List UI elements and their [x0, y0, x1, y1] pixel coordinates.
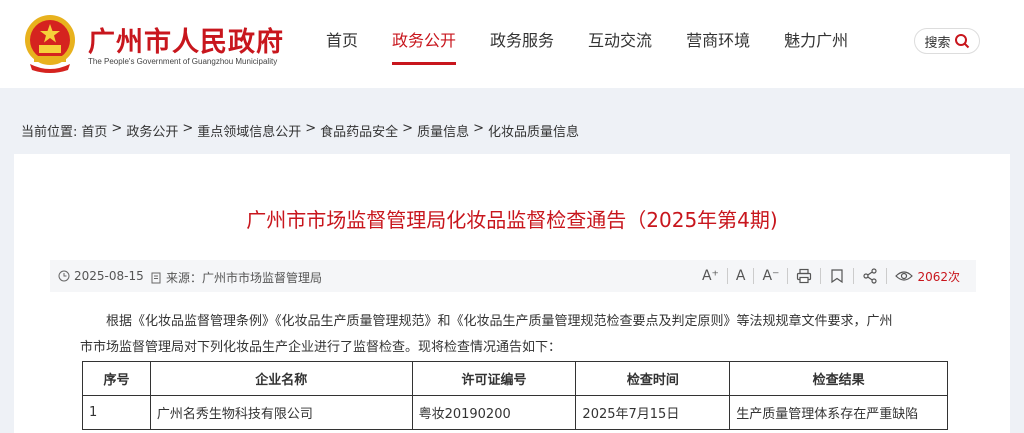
tool-divider [753, 268, 755, 284]
breadcrumb-key-areas[interactable]: 重点领域信息公开 [197, 121, 301, 140]
clock-icon [58, 270, 70, 282]
article-title: 广州市市场监督管理局化妆品监督检查通告（2025年第4期) [246, 208, 778, 232]
breadcrumb-gov-affairs-open[interactable]: 政务公开 [126, 121, 178, 140]
breadcrumb-food-drug-safety[interactable]: 食品药品安全 [320, 121, 398, 140]
font-reset-button[interactable]: A [736, 268, 746, 284]
bookmark-icon [831, 269, 844, 284]
national-emblem-icon[interactable] [20, 12, 80, 74]
publish-date: 2025-08-15 [58, 269, 144, 283]
article-tools: A⁺ A A⁻ 2062次 [694, 264, 968, 288]
table-cell: 粤妆20190200 [411, 395, 577, 430]
article-paragraph-line1: 根据《化妆品监督管理条例》《化妆品生产质量管理规范》和《化妆品生产质量管理规范检… [106, 314, 893, 329]
breadcrumb-separator: > [182, 121, 194, 136]
nav-item-business-env[interactable]: 营商环境 [686, 30, 750, 70]
article-container: 广州市市场监督管理局化妆品监督检查通告（2025年第4期) 2025-08-15… [14, 154, 1010, 433]
breadcrumb-separator: > [473, 121, 484, 136]
tool-divider [820, 268, 822, 284]
breadcrumb-prefix: 当前位置: [21, 125, 78, 140]
table-cell: 生产质量管理体系存在严重缺陷 [729, 395, 948, 430]
table-row: 1 广州名秀生物科技有限公司 粤妆20190200 2025年7月15日 生产质… [82, 395, 948, 430]
breadcrumb-cosmetics-quality[interactable]: 化妆品质量信息 [488, 121, 579, 140]
nav-item-home[interactable]: 首页 [326, 30, 358, 70]
breadcrumb-bar: 当前位置: 首页 > 政务公开 > 重点领域信息公开 > 食品药品安全 > 质量… [0, 104, 1024, 154]
site-subtitle: The People's Government of Guangzhou Mun… [88, 57, 278, 66]
printer-icon [797, 268, 812, 284]
article-paragraph-line2: 市市场监督管理局对下列化妆品生产企业进行了监督检查。现将检查情况通告如下： [80, 340, 562, 355]
article-meta-bar: 2025-08-15 来源：广州市市场监督管理局 A⁺ A A⁻ 2062次 [50, 260, 976, 292]
share-button[interactable] [862, 268, 878, 284]
site-header: 广州市人民政府 The People's Government of Guang… [0, 0, 1024, 88]
main-nav: 首页 政务公开 政务服务 互动交流 营商环境 魅力广州 [326, 30, 882, 70]
view-count-text: 2062次 [917, 269, 960, 284]
nav-item-interaction[interactable]: 互动交流 [588, 30, 652, 70]
search-icon [954, 34, 969, 49]
table-cell: 2025年7月15日 [575, 395, 731, 430]
document-icon [151, 272, 161, 283]
column-header: 许可证编号 [411, 361, 577, 396]
font-decrease-button[interactable]: A⁻ [762, 268, 779, 284]
search-label: 搜索 [924, 35, 951, 51]
tool-divider [726, 268, 728, 284]
eye-icon [895, 271, 914, 281]
publish-date-text: 2025-08-15 [74, 269, 144, 283]
tool-divider [787, 268, 789, 284]
column-header: 检查时间 [575, 361, 731, 396]
font-increase-button[interactable]: A⁺ [702, 268, 719, 284]
nav-item-gov-affairs-open[interactable]: 政务公开 [392, 30, 457, 70]
tool-divider [886, 268, 888, 284]
tool-divider [853, 268, 855, 284]
site-title[interactable]: 广州市人民政府 [88, 20, 284, 59]
search-button[interactable]: 搜索 [914, 28, 980, 54]
nav-item-gov-services[interactable]: 政务服务 [490, 30, 554, 70]
nav-item-charm-guangzhou[interactable]: 魅力广州 [784, 30, 848, 70]
breadcrumb-quality-info[interactable]: 质量信息 [417, 121, 469, 140]
table-cell: 广州名秀生物科技有限公司 [149, 395, 413, 430]
breadcrumb-separator: > [402, 121, 414, 136]
view-count: 2062次 [895, 268, 960, 285]
column-header: 企业名称 [149, 361, 413, 396]
share-icon [863, 268, 878, 284]
column-header: 序号 [82, 361, 151, 396]
article-source-text: 来源：广州市市场监督管理局 [166, 271, 323, 285]
column-header: 检查结果 [729, 361, 948, 396]
bookmark-button[interactable] [829, 268, 845, 284]
article-source: 来源：广州市市场监督管理局 [150, 269, 322, 286]
breadcrumb-home[interactable]: 首页 [81, 121, 107, 140]
print-button[interactable] [796, 268, 812, 284]
table-cell: 1 [82, 395, 151, 430]
inspection-table: 序号 企业名称 许可证编号 检查时间 检查结果 1 广州名秀生物科技有限公司 粤… [82, 361, 948, 430]
breadcrumb: 当前位置: 首页 > 政务公开 > 重点领域信息公开 > 食品药品安全 > 质量… [21, 121, 579, 140]
breadcrumb-separator: > [305, 121, 317, 136]
table-header-row: 序号 企业名称 许可证编号 检查时间 检查结果 [82, 361, 948, 396]
breadcrumb-separator: > [111, 121, 123, 136]
